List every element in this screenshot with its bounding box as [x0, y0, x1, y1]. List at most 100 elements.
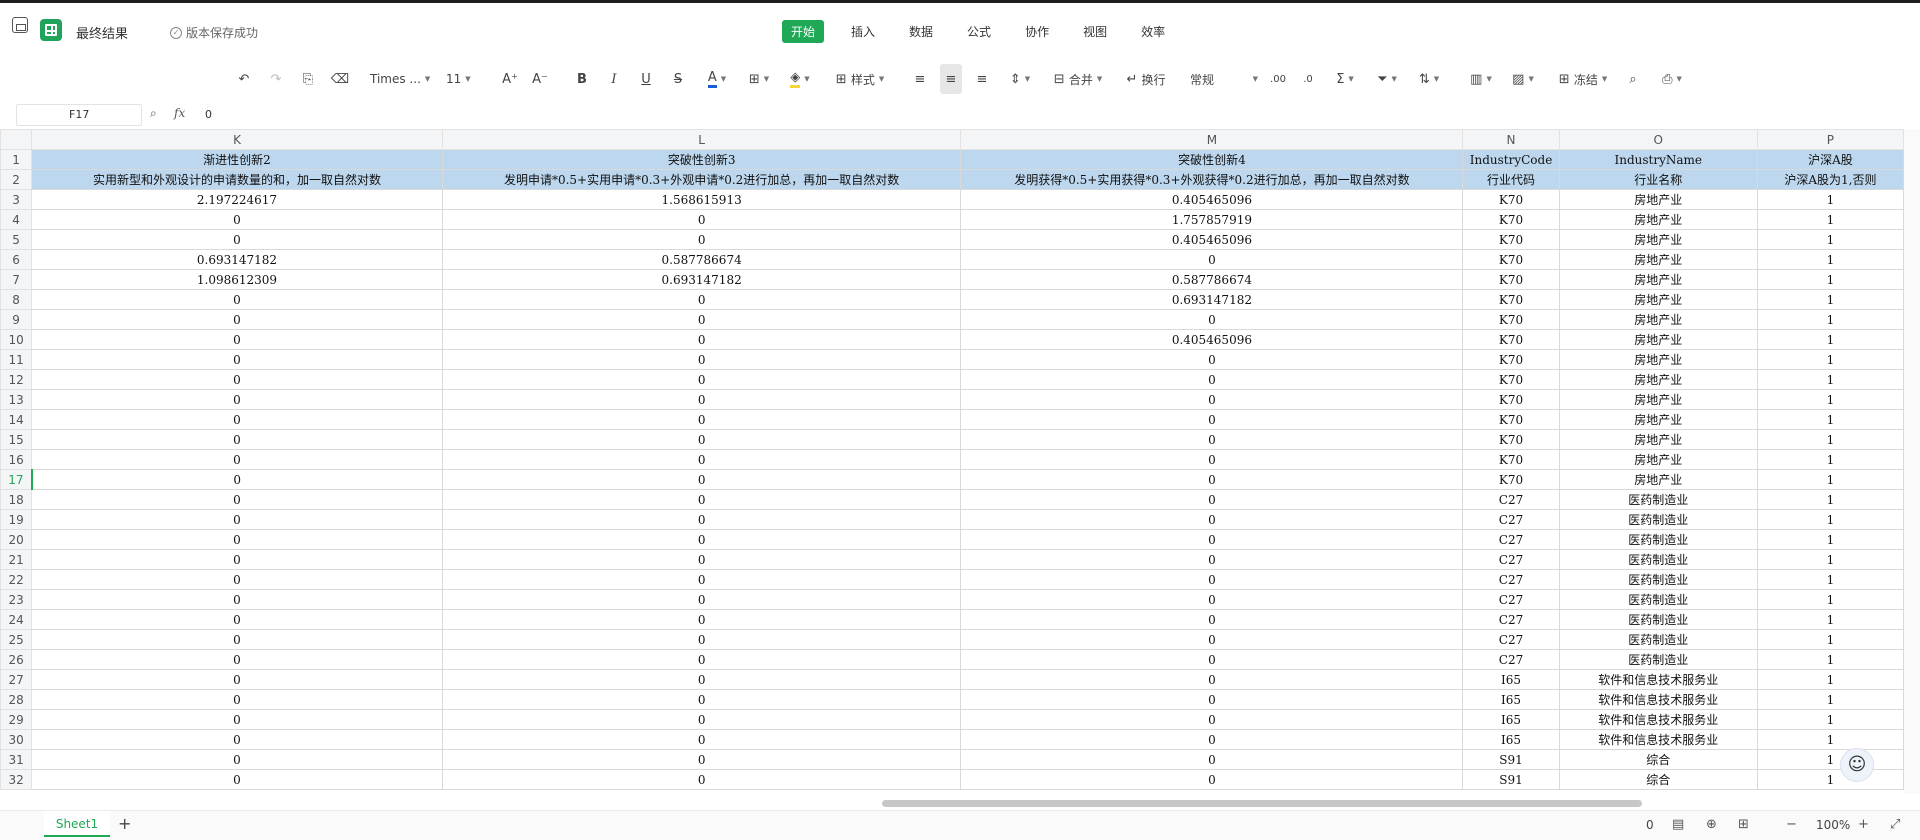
window-save-icon[interactable] — [12, 17, 28, 33]
column-header[interactable]: K — [31, 129, 443, 150]
table-cell[interactable]: K70 — [1462, 269, 1560, 290]
table-cell[interactable]: 0 — [441, 649, 962, 670]
table-cell[interactable]: 1 — [1756, 409, 1904, 430]
row-header[interactable]: 9 — [0, 309, 33, 330]
zoom-lookup-icon[interactable]: ⌕ — [150, 106, 157, 121]
table-cell[interactable]: 1 — [1756, 229, 1904, 250]
table-cell[interactable]: 0.587786674 — [960, 269, 1464, 290]
table-cell[interactable]: 0 — [441, 609, 962, 630]
table-cell[interactable]: 0 — [441, 569, 962, 590]
row-header[interactable]: 2 — [0, 169, 33, 190]
add-decimal-icon[interactable]: .00 — [1268, 64, 1288, 94]
row-header[interactable]: 22 — [0, 569, 33, 590]
table-cell[interactable]: 实用新型和外观设计的申请数量的和，加一取自然对数 — [31, 169, 443, 190]
tab-data[interactable]: 数据 — [900, 20, 942, 43]
table-cell[interactable]: C27 — [1462, 649, 1560, 670]
table-cell[interactable]: 0 — [31, 429, 443, 450]
font-family-select[interactable]: Times ... ▼ — [370, 64, 438, 94]
table-cell[interactable]: C27 — [1462, 529, 1560, 550]
table-cell[interactable]: 1 — [1756, 749, 1904, 770]
table-cell[interactable]: 1 — [1756, 489, 1904, 510]
row-header[interactable]: 1 — [0, 149, 33, 170]
merge-button[interactable]: ⊟ 合并 ▼ — [1050, 64, 1106, 94]
table-cell[interactable]: K70 — [1462, 309, 1560, 330]
table-cell[interactable]: 1 — [1756, 649, 1904, 670]
table-cell[interactable]: 沪深A股为1,否则 — [1756, 169, 1904, 190]
table-cell[interactable]: 房地产业 — [1558, 429, 1758, 450]
table-cell[interactable]: 1 — [1756, 289, 1904, 310]
table-cell[interactable]: I65 — [1462, 689, 1560, 710]
table-cell[interactable]: 1.757857919 — [960, 209, 1464, 230]
table-cell[interactable]: 1 — [1756, 729, 1904, 750]
row-header[interactable]: 7 — [0, 269, 33, 290]
assistant-avatar-icon[interactable]: ☺ — [1840, 748, 1874, 782]
table-cell[interactable]: 1 — [1756, 449, 1904, 470]
row-header[interactable]: 17 — [0, 469, 33, 490]
layout-view-icon[interactable]: ⊞ — [1738, 817, 1749, 832]
table-cell[interactable]: 0 — [441, 469, 962, 490]
table-cell[interactable]: 0 — [441, 709, 962, 730]
normal-view-icon[interactable]: ▤ — [1672, 817, 1684, 832]
table-cell[interactable]: 0 — [31, 629, 443, 650]
table-cell[interactable]: 0 — [960, 469, 1464, 490]
table-cell[interactable]: K70 — [1462, 469, 1560, 490]
table-cell[interactable]: 0 — [960, 669, 1464, 690]
table-cell[interactable]: 医药制造业 — [1558, 529, 1758, 550]
table-cell[interactable]: 1 — [1756, 349, 1904, 370]
table-cell[interactable]: C27 — [1462, 589, 1560, 610]
remove-decimal-icon[interactable]: .0 — [1298, 64, 1318, 94]
row-header[interactable]: 24 — [0, 609, 33, 630]
table-cell[interactable]: 0 — [960, 449, 1464, 470]
table-cell[interactable]: 软件和信息技术服务业 — [1558, 729, 1758, 750]
add-sheet-button[interactable]: + — [118, 814, 131, 833]
table-cell[interactable]: 0 — [960, 589, 1464, 610]
table-cell[interactable]: I65 — [1462, 709, 1560, 730]
table-cell[interactable]: 医药制造业 — [1558, 509, 1758, 530]
table-cell[interactable]: 房地产业 — [1558, 269, 1758, 290]
table-cell[interactable]: 1 — [1756, 469, 1904, 490]
table-cell[interactable]: 1 — [1756, 509, 1904, 530]
table-cell[interactable]: 1 — [1756, 389, 1904, 410]
table-cell[interactable]: 0.693147182 — [31, 249, 443, 270]
table-cell[interactable]: 0 — [441, 629, 962, 650]
table-cell[interactable]: 0 — [31, 309, 443, 330]
strikethrough-icon[interactable]: S — [668, 64, 688, 94]
image-button[interactable]: ▨ ▼ — [1508, 64, 1538, 94]
align-center-icon[interactable]: ≡ — [940, 64, 962, 94]
align-right-icon[interactable]: ≡ — [972, 64, 992, 94]
table-cell[interactable]: K70 — [1462, 369, 1560, 390]
table-cell[interactable]: 0 — [960, 429, 1464, 450]
table-cell[interactable]: 房地产业 — [1558, 189, 1758, 210]
table-cell[interactable]: 房地产业 — [1558, 369, 1758, 390]
table-cell[interactable]: K70 — [1462, 189, 1560, 210]
row-header[interactable]: 18 — [0, 489, 33, 510]
function-icon[interactable]: fx — [174, 106, 185, 120]
sum-button[interactable]: Σ ▼ — [1330, 64, 1360, 94]
table-cell[interactable]: 0 — [960, 629, 1464, 650]
row-header[interactable]: 20 — [0, 529, 33, 550]
number-format-select[interactable]: 常规 ▼ — [1190, 64, 1258, 94]
table-cell[interactable]: 软件和信息技术服务业 — [1558, 669, 1758, 690]
table-cell[interactable]: 1 — [1756, 209, 1904, 230]
table-cell[interactable]: C27 — [1462, 569, 1560, 590]
table-cell[interactable]: IndustryName — [1558, 149, 1758, 170]
column-header[interactable]: O — [1558, 129, 1758, 150]
table-cell[interactable]: 0 — [31, 209, 443, 230]
table-cell[interactable]: K70 — [1462, 209, 1560, 230]
column-header[interactable]: N — [1462, 129, 1560, 150]
table-cell[interactable]: 0 — [960, 249, 1464, 270]
redo-icon[interactable]: ↷ — [266, 64, 286, 94]
table-cell[interactable]: 医药制造业 — [1558, 489, 1758, 510]
table-cell[interactable]: 0 — [960, 729, 1464, 750]
table-cell[interactable]: 综合 — [1558, 749, 1758, 770]
table-cell[interactable]: K70 — [1462, 249, 1560, 270]
row-header[interactable]: 27 — [0, 669, 33, 690]
table-cell[interactable]: 0 — [441, 549, 962, 570]
table-cell[interactable]: 突破性创新4 — [960, 149, 1464, 170]
table-cell[interactable]: 0 — [960, 349, 1464, 370]
table-cell[interactable]: 房地产业 — [1558, 309, 1758, 330]
table-cell[interactable]: 渐进性创新2 — [31, 149, 443, 170]
print-button[interactable]: ⎙ ▼ — [1656, 64, 1688, 94]
table-cell[interactable]: 医药制造业 — [1558, 609, 1758, 630]
table-cell[interactable]: 0.693147182 — [960, 289, 1464, 310]
